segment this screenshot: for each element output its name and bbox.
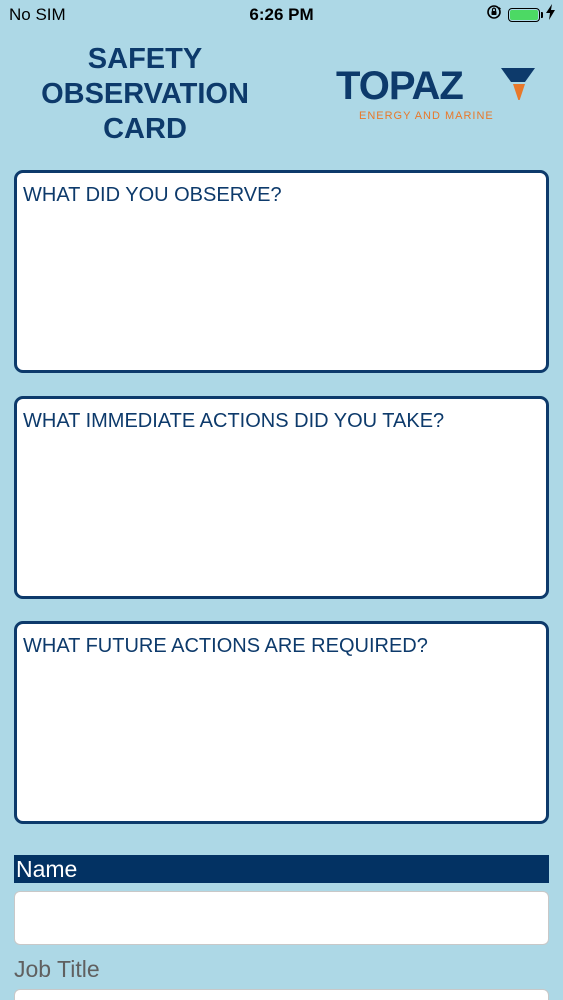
observe-textarea[interactable]: WHAT DID YOU OBSERVE? [14, 170, 549, 373]
company-logo: TOPAZ ENERGY AND MARINE [336, 64, 536, 126]
observe-placeholder: WHAT DID YOU OBSERVE? [23, 184, 282, 206]
safety-observation-screen: No SIM 6:26 PM SAFETY OBSERVATION CARD T… [0, 0, 563, 1000]
orientation-lock-icon [486, 4, 502, 25]
immediate-actions-placeholder: WHAT IMMEDIATE ACTIONS DID YOU TAKE? [23, 410, 445, 432]
page-title-line: CARD [103, 113, 187, 145]
page-title-line: SAFETY [87, 43, 203, 75]
logo-tagline: ENERGY AND MARINE [359, 110, 494, 122]
status-time: 6:26 PM [249, 5, 314, 24]
page-title-line: OBSERVATION [41, 78, 249, 110]
job-title-label: Job Title [14, 956, 100, 982]
charging-icon [546, 4, 555, 25]
status-icons [486, 4, 555, 25]
future-actions-placeholder: WHAT FUTURE ACTIONS ARE REQUIRED? [23, 635, 428, 657]
logo-wordmark: TOPAZ [336, 64, 464, 108]
logo-chevron-icon [501, 68, 535, 100]
immediate-actions-textarea[interactable]: WHAT IMMEDIATE ACTIONS DID YOU TAKE? [14, 396, 549, 599]
name-input[interactable] [14, 891, 549, 945]
status-bar: No SIM 6:26 PM [0, 0, 563, 30]
battery-icon [508, 7, 543, 22]
page-title: SAFETY OBSERVATION CARD [30, 42, 260, 147]
future-actions-textarea[interactable]: WHAT FUTURE ACTIONS ARE REQUIRED? [14, 621, 549, 824]
battery-level [510, 9, 538, 20]
job-title-input[interactable] [14, 989, 549, 1000]
name-label: Name [14, 855, 549, 883]
